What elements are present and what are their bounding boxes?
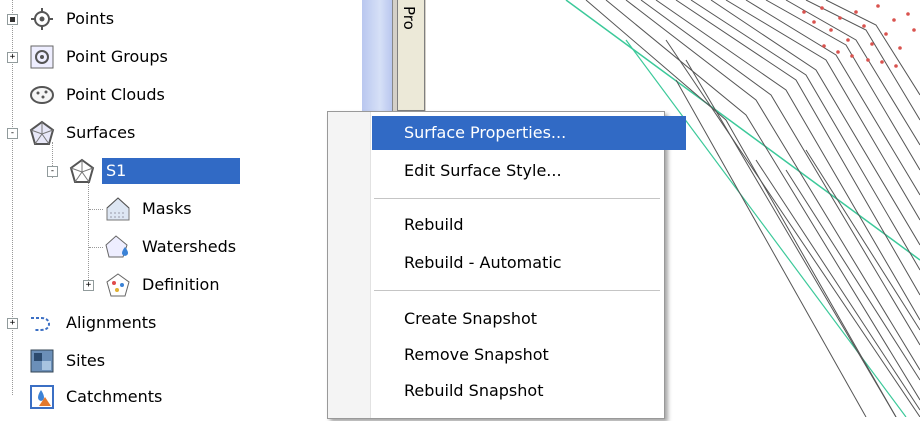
tree-item-points[interactable]: Points bbox=[28, 2, 118, 36]
catchments-icon bbox=[28, 383, 56, 411]
tree-item-masks[interactable]: Masks bbox=[104, 192, 196, 226]
point-clouds-icon bbox=[28, 81, 56, 109]
tree-item-point-groups[interactable]: Point Groups bbox=[28, 40, 172, 74]
definition-icon bbox=[104, 271, 132, 299]
points-icon bbox=[28, 5, 56, 33]
tab-label: Pro bbox=[400, 6, 418, 30]
menu-item-rebuild-automatic[interactable]: Rebuild - Automatic bbox=[372, 246, 686, 280]
tree-item-label: Definition bbox=[142, 275, 220, 294]
prospector-tree: Points + Point Groups Point Clouds - Sur… bbox=[0, 0, 362, 417]
expand-toggle[interactable]: + bbox=[7, 52, 18, 63]
tree-connector bbox=[88, 178, 89, 286]
tree-connector bbox=[89, 247, 103, 248]
sites-icon bbox=[28, 347, 56, 375]
tree-item-label: Sites bbox=[66, 351, 106, 370]
tree-item-point-clouds[interactable]: Point Clouds bbox=[28, 78, 169, 112]
collapse-toggle[interactable]: - bbox=[47, 166, 58, 177]
tree-item-label: Point Groups bbox=[66, 47, 168, 66]
surface-icon bbox=[68, 157, 96, 185]
tree-item-catchments[interactable]: Catchments bbox=[28, 380, 166, 414]
menu-item-remove-snapshot[interactable]: Remove Snapshot bbox=[372, 338, 686, 372]
point-groups-icon bbox=[28, 43, 56, 71]
menu-icon-gutter bbox=[328, 112, 371, 418]
surfaces-icon bbox=[28, 119, 56, 147]
masks-icon bbox=[104, 195, 132, 223]
alignments-icon bbox=[28, 309, 56, 337]
expand-toggle[interactable]: + bbox=[83, 280, 94, 291]
menu-item-edit-surface-style[interactable]: Edit Surface Style... bbox=[372, 154, 686, 188]
tree-connector bbox=[89, 209, 103, 210]
menu-separator bbox=[374, 290, 660, 291]
tab-prospector[interactable]: Pro bbox=[397, 0, 425, 111]
context-menu: Surface Properties... Edit Surface Style… bbox=[327, 111, 686, 419]
menu-item-rebuild[interactable]: Rebuild bbox=[372, 208, 686, 242]
tree-item-s1[interactable]: S1 bbox=[68, 154, 240, 188]
tree-bullet bbox=[7, 14, 18, 25]
tree-item-label: Point Clouds bbox=[66, 85, 165, 104]
expand-toggle[interactable]: + bbox=[7, 318, 18, 329]
tree-item-label: Masks bbox=[142, 199, 192, 218]
tree-item-label: S1 bbox=[102, 158, 240, 184]
tree-item-label: Points bbox=[66, 9, 115, 28]
menu-item-surface-properties[interactable]: Surface Properties... bbox=[372, 116, 686, 150]
tree-item-label: Catchments bbox=[66, 387, 163, 406]
menu-item-create-snapshot[interactable]: Create Snapshot bbox=[372, 302, 686, 336]
tree-item-alignments[interactable]: Alignments bbox=[28, 306, 160, 340]
tree-item-watersheds[interactable]: Watersheds bbox=[104, 230, 240, 264]
menu-separator bbox=[374, 198, 660, 199]
menu-item-rebuild-snapshot[interactable]: Rebuild Snapshot bbox=[372, 374, 686, 408]
tree-item-label: Watersheds bbox=[142, 237, 237, 256]
tree-item-definition[interactable]: Definition bbox=[104, 268, 223, 302]
tree-item-sites[interactable]: Sites bbox=[28, 344, 109, 378]
collapse-toggle[interactable]: - bbox=[7, 128, 18, 139]
tree-item-label: Alignments bbox=[66, 313, 157, 332]
tree-item-label: Surfaces bbox=[66, 123, 136, 142]
watersheds-icon bbox=[104, 233, 132, 261]
tree-item-surfaces[interactable]: Surfaces bbox=[28, 116, 139, 150]
point-markers bbox=[802, 4, 916, 68]
